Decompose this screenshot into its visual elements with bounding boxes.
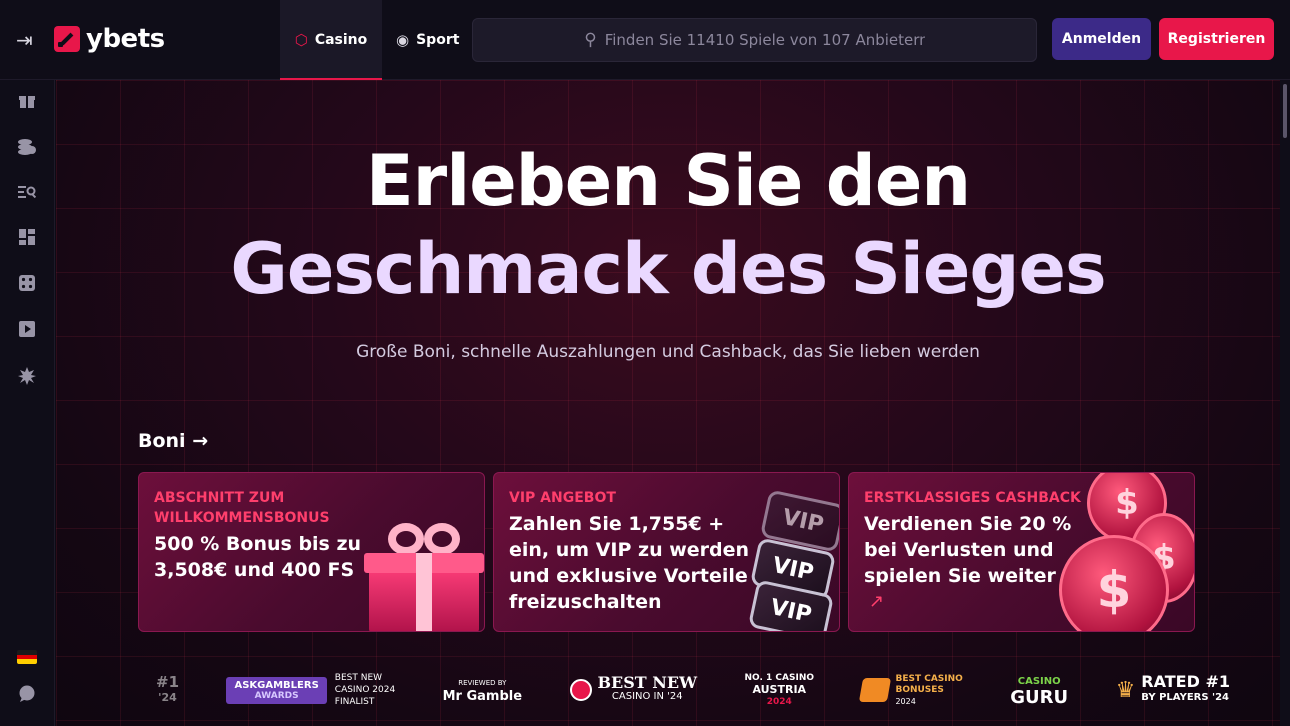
bonus-card-description: 500 % Bonus bis zu 3,508€ und 400 FS <box>154 533 362 581</box>
tab-sport-label: Sport <box>416 32 460 48</box>
award-austria: NO. 1 CASINO AUSTRIA 2024 <box>744 673 815 707</box>
award-casino-guru: CASINO GURU <box>1010 676 1069 708</box>
bonus-card-description: Verdienen Sie 20 % bei Verlusten und spi… <box>864 513 1072 587</box>
play-icon[interactable] <box>16 321 38 343</box>
bonus-card-category: VIP ANGEBOT <box>509 490 616 506</box>
tab-sport[interactable]: ◉ Sport <box>396 0 459 80</box>
collapse-sidebar-icon[interactable]: ⇥ <box>16 28 40 52</box>
hero-section: Erleben Sie den Geschmack des Sieges Gro… <box>56 80 1280 726</box>
award-rated: ♛ RATED #1 BY PLAYERS '24 <box>1115 672 1230 704</box>
grid-icon[interactable] <box>16 229 38 251</box>
tab-casino-label: Casino <box>314 32 368 48</box>
award-askgamblers: ASKGAMBLERS AWARDS BEST NEW CASINO 2024 … <box>226 672 395 708</box>
bonus-card-cashback[interactable]: $ $ $ ERSTKLASSIGES CASHBACK Verdienen S… <box>848 472 1195 632</box>
login-button[interactable]: Anmelden <box>1052 18 1151 60</box>
chat-icon[interactable] <box>16 685 38 707</box>
bonus-card-vip[interactable]: VIP VIP VIP VIP ANGEBOT Zahlen Sie 1,755… <box>493 472 840 632</box>
bonuses-link-label: Boni <box>138 430 186 452</box>
scrollbar[interactable] <box>1280 80 1290 726</box>
trophy-icon: ♛ <box>1115 677 1136 703</box>
logo-text: ybets <box>86 24 165 54</box>
hero-title-line1: Erleben Sie den <box>365 140 971 222</box>
search-bar[interactable]: ⚲ <box>472 18 1037 62</box>
burst-icon[interactable] <box>16 367 38 389</box>
arrow-right-icon: → <box>192 430 209 452</box>
awards-strip: #1 '24 ASKGAMBLERS AWARDS BEST NEW CASIN… <box>106 654 1230 726</box>
award-best-bonuses: BEST CASINO BONUSES 2024 <box>859 674 963 707</box>
top-header: ⇥ ybets ⬡ Casino ◉ Sport ⚲ Anmelden Regi… <box>0 0 1290 80</box>
arrow-up-right-icon: ↗ <box>869 591 885 612</box>
search-input[interactable] <box>604 31 925 49</box>
dice-icon[interactable] <box>16 275 38 297</box>
award-partial: #1 '24 <box>156 673 180 704</box>
bonus-card-category: ERSTKLASSIGES CASHBACK <box>864 490 1081 506</box>
award-best-new: BEST NEW CASINO IN '24 <box>569 675 697 704</box>
list-search-icon[interactable] <box>16 183 38 205</box>
tab-casino[interactable]: ⬡ Casino <box>280 0 382 80</box>
bonus-card-category: ABSCHNITT ZUM WILLKOMMENSBONUS <box>154 490 330 526</box>
logo[interactable]: ybets <box>54 24 165 54</box>
logo-mark <box>54 26 80 52</box>
ball-icon: ◉ <box>396 31 410 49</box>
gift-box-image <box>364 513 484 631</box>
hero-subtitle: Große Boni, schnelle Auszahlungen und Ca… <box>356 342 980 362</box>
scrollbar-thumb[interactable] <box>1283 84 1287 138</box>
bonuses-link[interactable]: Boni → <box>138 430 208 452</box>
sidebar <box>0 80 55 726</box>
language-flag-icon[interactable] <box>17 650 37 664</box>
gift-icon[interactable] <box>16 92 38 114</box>
bonus-card-welcome[interactable]: ABSCHNITT ZUM WILLKOMMENSBONUS 500 % Bon… <box>138 472 485 632</box>
search-icon: ⚲ <box>584 30 597 50</box>
award-mrgamble: REVIEWED BY Mr Gamble <box>442 679 523 704</box>
register-button[interactable]: Registrieren <box>1159 18 1274 60</box>
casino-icon: ⬡ <box>294 31 308 49</box>
bonus-card-description: Zahlen Sie 1,755€ + ein, um VIP zu werde… <box>509 513 750 613</box>
coins-icon[interactable] <box>16 138 38 160</box>
hero-title-line2: Geschmack des Sieges <box>230 228 1106 310</box>
